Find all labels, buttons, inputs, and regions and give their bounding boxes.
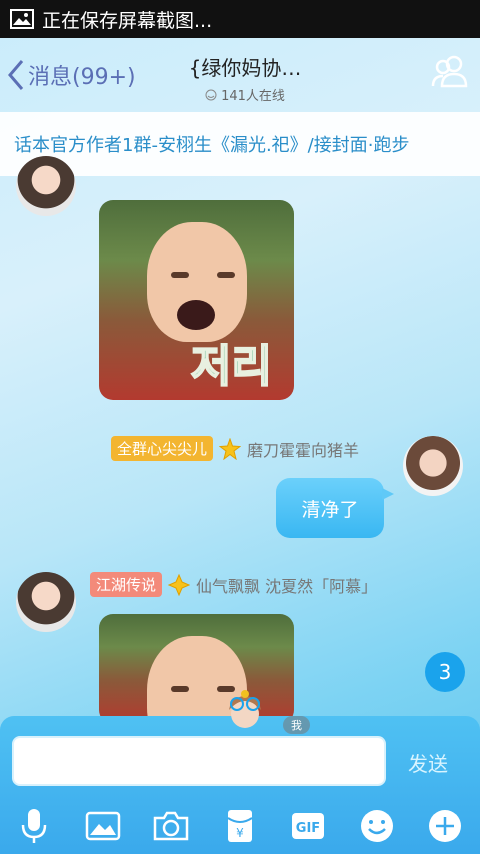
gif-icon: GIF [292,813,325,839]
avatar[interactable] [16,156,76,216]
camera-icon [154,811,189,841]
input-bar: 发送 ¥ GIF [0,716,480,854]
sender-nickname[interactable]: 磨刀霍霍向猪羊 [247,437,359,461]
picture-button[interactable] [69,804,138,848]
mascot-icon [229,690,261,728]
sender-row: 江湖传说 仙气飘飘 沈夏然「阿慕」 [90,572,377,597]
message-input[interactable] [12,736,386,786]
back-button[interactable]: 消息(99+) [6,58,136,92]
toolbar: ¥ GIF [0,804,480,848]
red-packet-icon: ¥ [227,810,253,842]
chat-title: {绿你妈协… [188,56,302,80]
chevron-left-icon [8,60,24,90]
member-title-badge: 江湖传说 [90,572,163,597]
image-message[interactable]: 저리 [99,200,294,400]
banner-text: 话本官方作者1群-安栩生《漏光.祀》/接封面·跑步 [14,135,410,156]
status-bar: 正在保存屏幕截图... [0,0,480,38]
diamond-icon [168,573,191,596]
unread-count-badge[interactable]: 3 [425,652,465,692]
member-title-badge: 全群心尖尖儿 [111,436,214,461]
me-label: 我 [283,716,310,734]
sticker-text: 저리 [190,340,273,393]
send-button[interactable]: 发送 [408,748,448,777]
online-count: 141人在线 [170,85,320,104]
status-text: 正在保存屏幕截图... [42,9,213,32]
avatar[interactable] [16,572,76,632]
more-button[interactable] [411,804,480,848]
group-members-button[interactable] [430,52,472,96]
camera-button[interactable] [137,804,206,848]
gif-button[interactable]: GIF [274,804,343,848]
image-icon [10,9,34,29]
gif-label: GIF [296,821,320,836]
mascot-avatar[interactable] [215,688,275,736]
back-label: 消息(99+) [28,65,136,90]
my-avatar[interactable] [403,436,463,496]
sender-nickname[interactable]: 仙气飘飘 沈夏然「阿慕」 [196,573,377,597]
text-message-bubble[interactable]: 清净了 [276,478,394,538]
online-icon [205,89,217,100]
title-box[interactable]: {绿你妈协… 141人在线 [170,52,320,104]
picture-icon [85,811,120,841]
plus-icon [429,810,462,842]
yen-label: ¥ [236,826,244,840]
voice-button[interactable] [0,804,69,848]
online-text: 141人在线 [221,89,285,104]
emoji-icon [360,810,393,842]
members-icon [431,55,468,88]
emoji-button[interactable] [343,804,412,848]
microphone-icon [22,809,47,843]
message-text: 清净了 [301,498,359,521]
chat-header: 消息(99+) {绿你妈协… 141人在线 [0,38,480,112]
red-packet-button[interactable]: ¥ [206,804,275,848]
group-notice-banner[interactable]: 话本官方作者1群-安栩生《漏光.祀》/接封面·跑步 [0,112,480,176]
sender-row: 全群心尖尖儿 磨刀霍霍向猪羊 [111,436,359,461]
star-icon [219,437,242,460]
